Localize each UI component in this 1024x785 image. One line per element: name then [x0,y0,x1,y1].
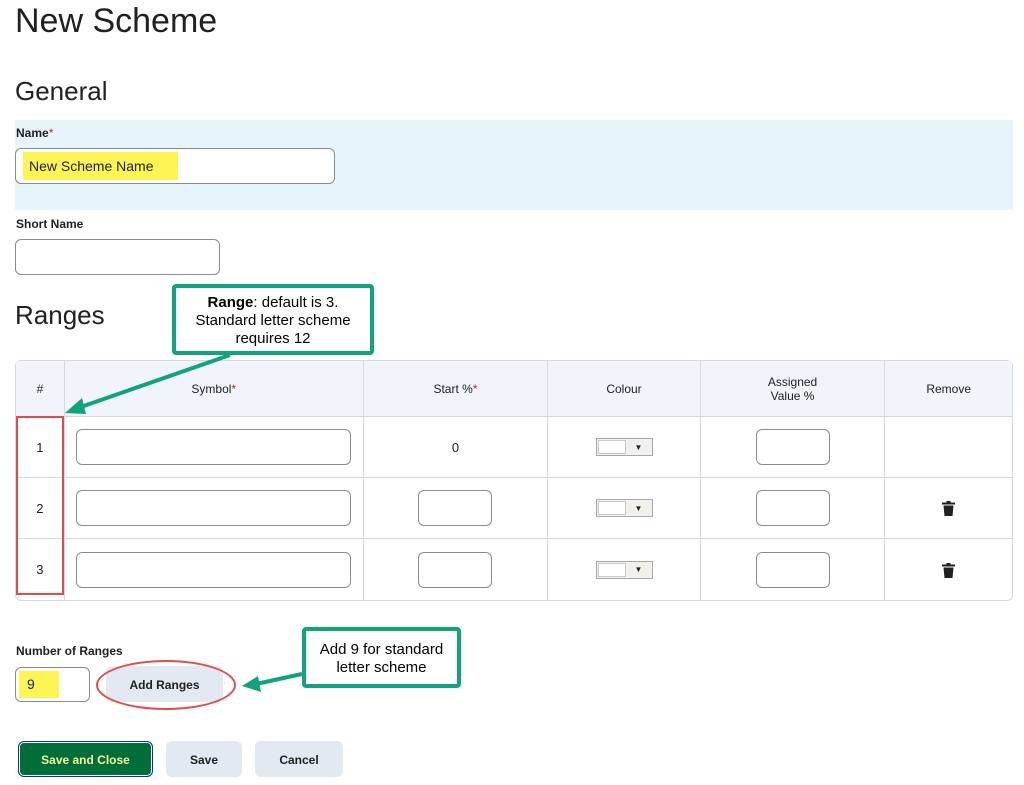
add-ranges-highlight [96,660,236,710]
range-callout-arrow [77,353,231,410]
save-and-close-button[interactable]: Save and Close [18,741,153,777]
range-arrow-head [65,398,86,414]
cancel-button[interactable]: Cancel [255,741,343,777]
add-callout-arrow [255,672,303,686]
add-arrow-head [242,676,261,692]
number-of-ranges-input[interactable]: 9 [15,667,90,702]
number-of-ranges-label: Number of Ranges [16,644,123,658]
save-button[interactable]: Save [166,741,242,777]
number-of-ranges-value: 9 [19,671,59,698]
